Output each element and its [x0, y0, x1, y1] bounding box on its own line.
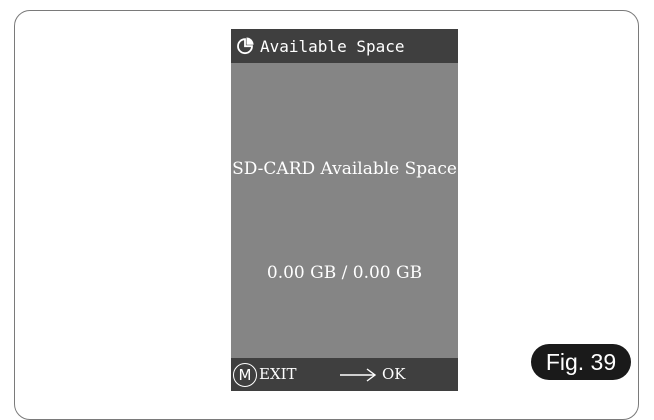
- right-arrow-icon: [340, 368, 377, 382]
- value-separator: /: [341, 263, 348, 283]
- title-bar: Available Space: [231, 29, 458, 63]
- device-screen: Available Space SD-CARD Available Space …: [231, 29, 458, 391]
- figure-label-badge: Fig. 39: [531, 344, 631, 380]
- screen-title: Available Space: [260, 36, 405, 56]
- exit-label[interactable]: EXIT: [259, 365, 297, 383]
- pie-chart-icon: [237, 37, 254, 55]
- bottom-bar: M EXIT OK: [231, 358, 458, 391]
- total-space: 0.00 GB: [352, 263, 423, 283]
- content-area: SD-CARD Available Space 0.00 GB / 0.00 G…: [231, 63, 458, 358]
- storage-value: 0.00 GB / 0.00 GB: [231, 261, 458, 285]
- ok-label[interactable]: OK: [382, 365, 406, 383]
- circled-m-icon[interactable]: M: [233, 363, 257, 387]
- used-space: 0.00 GB: [266, 263, 337, 283]
- storage-heading: SD-CARD Available Space: [232, 159, 457, 179]
